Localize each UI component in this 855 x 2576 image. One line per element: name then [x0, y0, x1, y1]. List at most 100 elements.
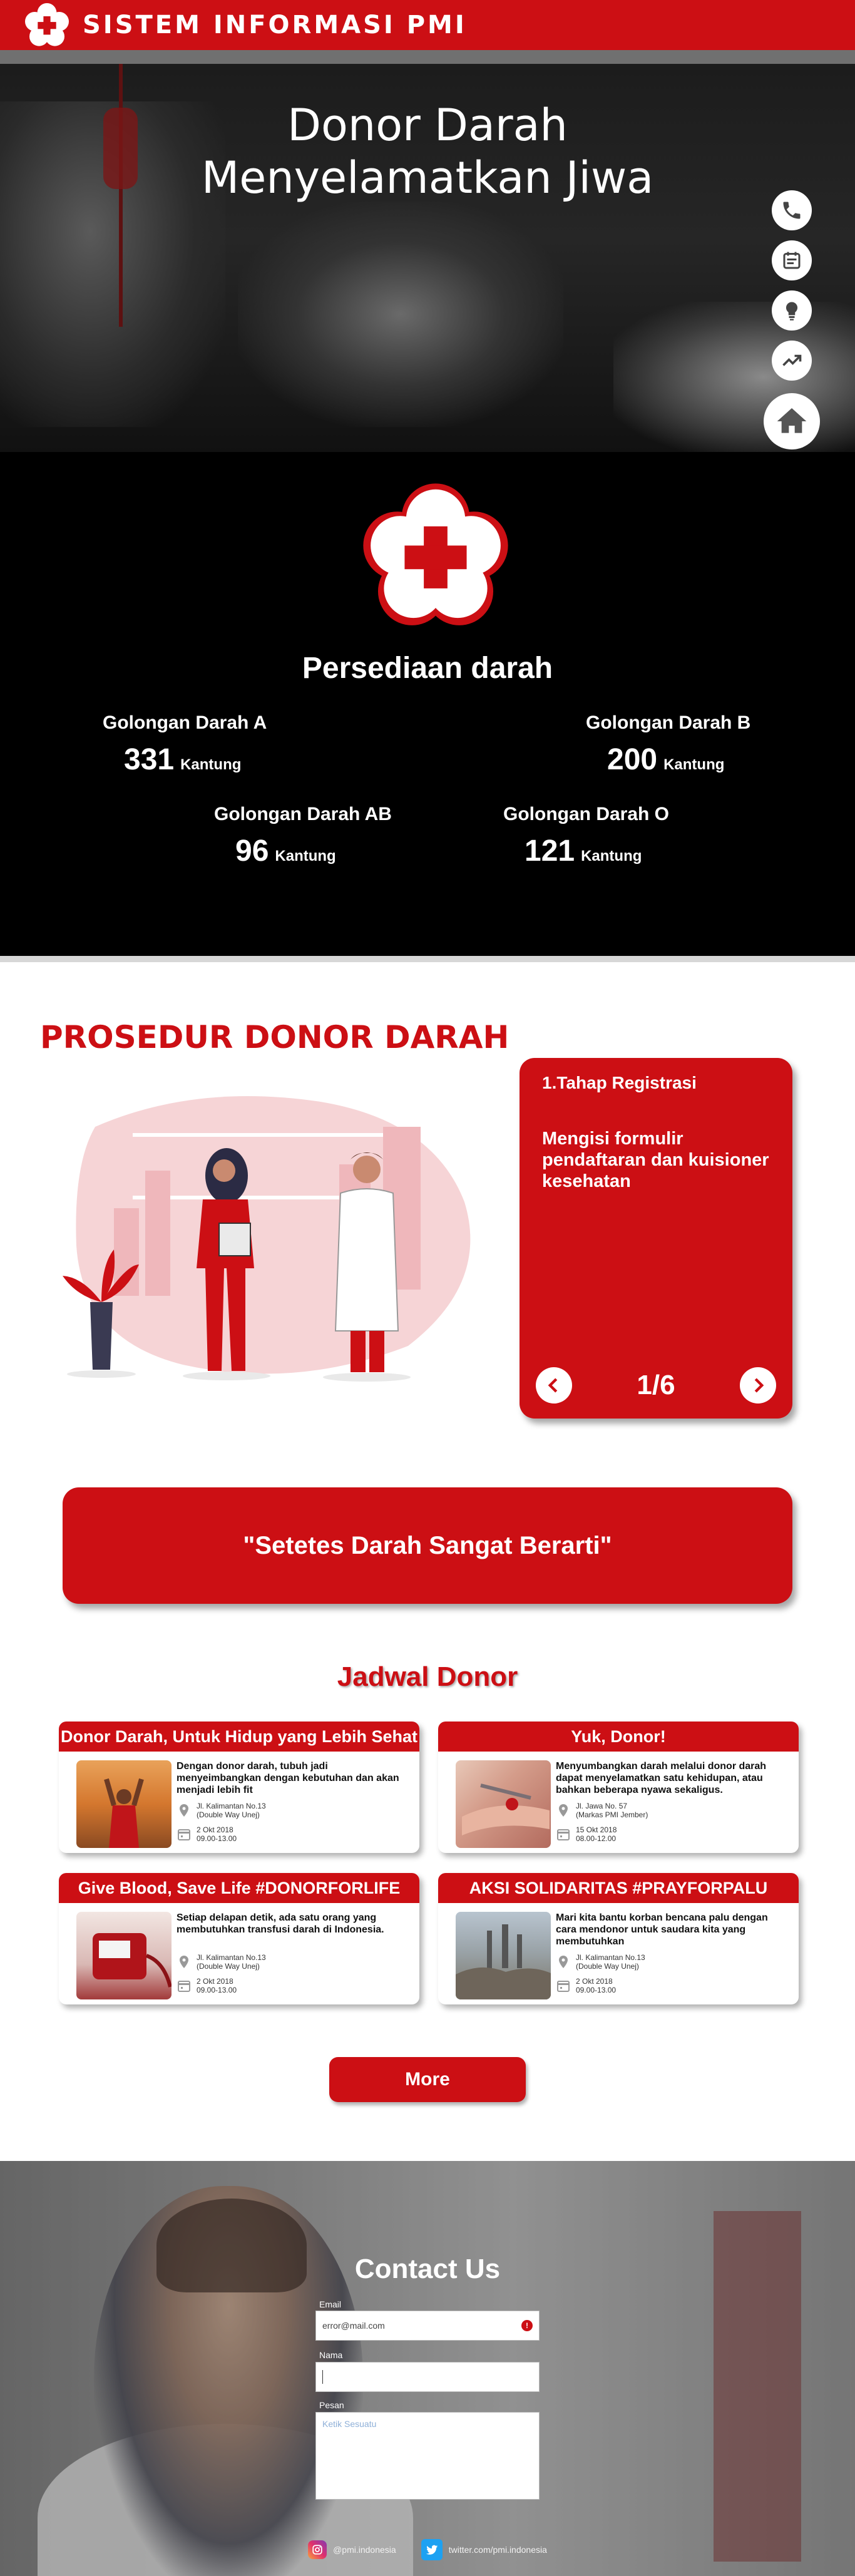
event-datetime: 15 Okt 2018 08.00-12.00 — [556, 1825, 617, 1843]
event-location: Jl. Kalimantan No.13 (Double Way Unej) — [177, 1953, 266, 1971]
group-name: Golongan Darah O — [503, 804, 670, 824]
info-button[interactable] — [772, 290, 812, 331]
stock-title: Persediaan darah — [302, 652, 553, 685]
name-field[interactable] — [315, 2362, 540, 2392]
pmi-logo-icon[interactable] — [25, 3, 69, 47]
home-icon — [777, 408, 807, 433]
twitter-link[interactable]: twitter.com/pmi.indonesia — [421, 2539, 547, 2560]
hero-bg-shape — [238, 202, 563, 427]
event-time: 09.00-13.00 — [197, 1986, 237, 1994]
event-image — [456, 1912, 551, 1999]
trending-up-icon — [782, 354, 802, 366]
donor-illustration — [63, 1096, 471, 1382]
event-address-note: (Double Way Unej) — [197, 1962, 260, 1971]
group-count: 96 — [235, 834, 269, 868]
more-button[interactable]: More — [329, 2057, 526, 2102]
group-count: 331 — [124, 743, 175, 776]
error-icon: ! — [521, 2320, 533, 2331]
group-value: 121 Kantung — [503, 834, 669, 868]
statistics-button[interactable] — [772, 341, 812, 381]
event-address: Jl. Kalimantan No.13 — [576, 1953, 645, 1962]
event-address: Jl. Kalimantan No.13 — [197, 1953, 266, 1962]
event-time: 08.00-12.00 — [576, 1834, 617, 1843]
stock-group-a: Golongan Darah A 331 Kantung — [103, 712, 267, 777]
next-step-button[interactable] — [740, 1367, 776, 1403]
schedule-title: Jadwal Donor — [337, 1661, 518, 1692]
event-address-note: (Double Way Unej) — [576, 1962, 639, 1971]
location-pin-icon — [180, 1956, 188, 1968]
event-time: 09.00-13.00 — [197, 1834, 237, 1843]
stock-group-b: Golongan Darah B 200 Kantung — [586, 712, 750, 777]
message-field[interactable]: Ketik Sesuatu — [315, 2412, 540, 2500]
event-title: Donor Darah, Untuk Hidup yang Lebih Seha… — [59, 1722, 419, 1752]
event-location: Jl. Kalimantan No.13 (Double Way Unej) — [556, 1953, 645, 1971]
event-date: 2 Okt 2018 — [197, 1825, 233, 1834]
event-date: 15 Okt 2018 — [576, 1825, 617, 1834]
email-label: Email — [319, 2299, 342, 2309]
calendar-icon — [178, 1981, 190, 1992]
hero-title: Donor Darah Menyelamatkan Jiwa — [0, 99, 855, 204]
group-value: 331 Kantung — [103, 742, 267, 777]
location-pin-icon — [559, 1804, 568, 1817]
procedure-carousel: 1.Tahap Registrasi Mengisi formulir pend… — [520, 1058, 792, 1419]
calendar-icon — [783, 252, 801, 269]
event-image — [76, 1912, 172, 1999]
group-value: 200 Kantung — [586, 742, 750, 777]
event-card[interactable]: Yuk, Donor! Menyumbangkan darah melalui … — [438, 1722, 799, 1853]
instagram-link[interactable]: @pmi.indonesia — [308, 2540, 396, 2559]
step-description: Mengisi formulir pendaftaran dan kuision… — [542, 1129, 769, 1191]
group-count: 200 — [607, 743, 658, 776]
instagram-icon — [308, 2540, 327, 2559]
event-date: 2 Okt 2018 — [576, 1977, 613, 1986]
group-unit: Kantung — [663, 756, 725, 773]
event-datetime: 2 Okt 2018 09.00-13.00 — [556, 1977, 616, 1994]
event-card[interactable]: AKSI SOLIDARITAS #PRAYFORPALU Mari kita … — [438, 1873, 799, 2004]
section-divider — [0, 956, 855, 962]
name-label: Nama — [319, 2350, 343, 2360]
group-name: Golongan Darah A — [103, 712, 267, 733]
top-navbar: SISTEM INFORMASI PMI — [0, 0, 855, 50]
header-divider — [0, 50, 855, 64]
event-card[interactable]: Give Blood, Save Life #DONORFORLIFE Seti… — [59, 1873, 419, 2004]
social-links: @pmi.indonesia twitter.com/pmi.indonesia — [0, 2539, 855, 2560]
event-datetime: 2 Okt 2018 09.00-13.00 — [177, 1977, 237, 1994]
calendar-icon — [557, 1829, 570, 1840]
step-title: 1.Tahap Registrasi — [542, 1073, 697, 1092]
location-pin-icon — [559, 1956, 568, 1968]
procedure-title: PROSEDUR DONOR DARAH — [40, 1019, 509, 1055]
group-unit: Kantung — [581, 848, 642, 865]
contact-title: Contact Us — [354, 2254, 501, 2284]
schedule-button[interactable] — [772, 240, 812, 280]
event-location: Jl. Jawa No. 57 (Markas PMI Jember) — [556, 1802, 648, 1819]
pmi-emblem-icon — [363, 483, 508, 625]
event-address-note: (Double Way Unej) — [197, 1810, 260, 1819]
home-button[interactable] — [764, 393, 820, 449]
group-unit: Kantung — [275, 848, 336, 865]
event-card[interactable]: Donor Darah, Untuk Hidup yang Lebih Seha… — [59, 1722, 419, 1853]
group-count: 121 — [525, 834, 575, 868]
event-description: Setiap delapan detik, ada satu orang yan… — [177, 1912, 384, 1935]
event-title: Yuk, Donor! — [438, 1722, 799, 1752]
lightbulb-icon — [786, 302, 798, 321]
event-address: Jl. Jawa No. 57 — [576, 1802, 628, 1810]
event-date: 2 Okt 2018 — [197, 1977, 233, 1986]
event-description: Menyumbangkan darah melalui donor darah … — [556, 1761, 767, 1795]
event-image — [456, 1760, 551, 1848]
instagram-handle: @pmi.indonesia — [333, 2545, 396, 2555]
event-image — [76, 1760, 172, 1848]
message-label: Pesan — [319, 2400, 344, 2410]
hero-title-line2: Menyelamatkan Jiwa — [201, 152, 654, 203]
brand-title[interactable]: SISTEM INFORMASI PMI — [83, 11, 467, 39]
email-field[interactable]: error@mail.com ! — [315, 2311, 540, 2341]
blood-stock-section: Persediaan darah Golongan Darah A 331 Kan… — [0, 452, 855, 956]
event-description: Mari kita bantu korban bencana palu deng… — [556, 1912, 768, 1947]
event-address: Jl. Kalimantan No.13 — [197, 1802, 266, 1810]
group-name: Golongan Darah AB — [214, 804, 392, 824]
event-location: Jl. Kalimantan No.13 (Double Way Unej) — [177, 1802, 266, 1819]
group-name: Golongan Darah B — [586, 712, 751, 733]
chevron-right-icon — [754, 1378, 764, 1393]
event-title: AKSI SOLIDARITAS #PRAYFORPALU — [438, 1873, 799, 1903]
phone-button[interactable] — [772, 190, 812, 230]
twitter-icon — [421, 2539, 443, 2560]
group-unit: Kantung — [180, 756, 242, 773]
